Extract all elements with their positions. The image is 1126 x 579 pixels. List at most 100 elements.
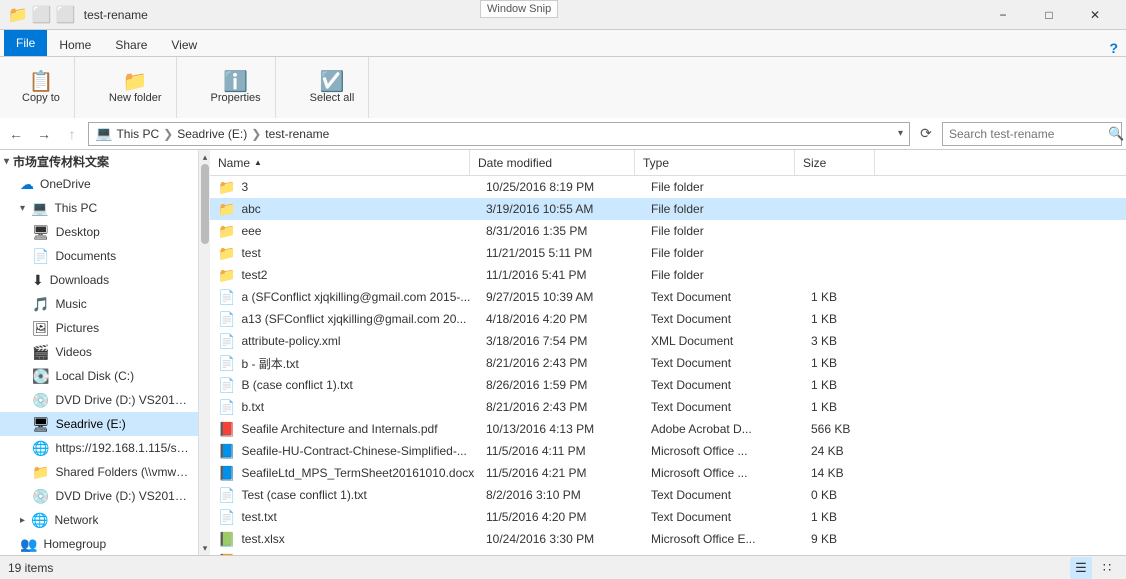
table-row[interactable]: 📄 test.txt 11/5/2016 4:20 PM Text Docume… — [210, 506, 1126, 528]
back-button[interactable]: ← — [4, 122, 28, 146]
table-row[interactable]: 📄 a (SFConflict xjqkilling@gmail.com 201… — [210, 286, 1126, 308]
file-type-icon: 📄 — [218, 487, 235, 504]
sidebar-label-dvd1: DVD Drive (D:) VS2015_COM_... — [55, 393, 190, 407]
file-name: test2.pptx — [241, 554, 293, 555]
table-row[interactable]: 📄 Test (case conflict 1).txt 8/2/2016 3:… — [210, 484, 1126, 506]
file-size-cell: 3 KB — [803, 330, 883, 352]
table-row[interactable]: 📄 b - 副本.txt 8/21/2016 2:43 PM Text Docu… — [210, 352, 1126, 374]
file-type-cell: File folder — [643, 264, 803, 286]
copy-to-button[interactable]: 📋 Copy to — [16, 70, 66, 106]
view-large-button[interactable]: ∷ — [1096, 557, 1118, 579]
table-row[interactable]: 📁 test 11/21/2015 5:11 PM File folder — [210, 242, 1126, 264]
file-name-cell: 📄 b.txt — [210, 396, 478, 418]
restore-button[interactable]: □ — [1026, 0, 1072, 30]
shared-icon: 📁 — [32, 464, 49, 481]
table-row[interactable]: 📁 3 10/25/2016 8:19 PM File folder — [210, 176, 1126, 198]
tab-file[interactable]: File — [4, 30, 47, 56]
table-row[interactable]: 📁 abc 3/19/2016 10:55 AM File folder Win… — [210, 198, 1126, 220]
table-row[interactable]: 📄 attribute-policy.xml 3/18/2016 7:54 PM… — [210, 330, 1126, 352]
minimize-icon: ⬜ — [32, 5, 52, 25]
sidebar-scrollbar[interactable]: ▴ ▾ — [198, 150, 210, 555]
view-details-button[interactable]: ☰ — [1070, 557, 1092, 579]
videos-icon: 🎬 — [32, 344, 49, 361]
sidebar-item-documents[interactable]: 📄 Documents — [0, 244, 198, 268]
file-name-cell: 📕 Seafile Architecture and Internals.pdf — [210, 418, 478, 440]
file-date-cell: 10/24/2016 3:30 PM — [478, 528, 643, 550]
table-row[interactable]: 📙 test2.pptx 8/25/2016 10:37 AM Microsof… — [210, 550, 1126, 555]
table-row[interactable]: 📄 B (case conflict 1).txt 8/26/2016 1:59… — [210, 374, 1126, 396]
sidebar-item-videos[interactable]: 🎬 Videos — [0, 340, 198, 364]
select-all-icon: ☑️ — [320, 72, 345, 92]
sidebar-item-homegroup[interactable]: 👥 Homegroup — [0, 532, 198, 555]
sidebar-item-downloads[interactable]: ⬇ Downloads — [0, 268, 198, 292]
table-row[interactable]: 📁 eee 8/31/2016 1:35 PM File folder — [210, 220, 1126, 242]
app-icon: 📁 — [8, 5, 28, 25]
sidebar-item-network[interactable]: ▸ 🌐 Network — [0, 508, 198, 532]
file-date-cell: 11/1/2016 5:41 PM — [478, 264, 643, 286]
path-thispc-icon: 💻 — [95, 125, 112, 142]
close-button[interactable]: ✕ — [1072, 0, 1118, 30]
title-bar-title: test-rename — [84, 8, 148, 22]
sidebar-item-pictures[interactable]: 🖼 Pictures — [0, 316, 198, 340]
status-bar: 19 items ☰ ∷ — [0, 555, 1126, 579]
file-type-cell: Microsoft Office ... — [643, 462, 803, 484]
tab-view[interactable]: View — [159, 34, 209, 56]
file-type-icon: 📁 — [218, 223, 235, 240]
file-name-cell: 📁 abc — [210, 198, 478, 220]
path-sep1: ❯ — [163, 127, 173, 141]
sidebar-item-shared[interactable]: 📁 Shared Folders (\\vmware-ho... — [0, 460, 198, 484]
scroll-down-arrow[interactable]: ▾ — [199, 541, 211, 555]
file-type-cell: XML Document — [643, 330, 803, 352]
table-row[interactable]: 📄 b.txt 8/21/2016 2:43 PM Text Document … — [210, 396, 1126, 418]
col-header-size[interactable]: Size — [795, 150, 875, 175]
file-name: b.txt — [241, 400, 264, 414]
file-name-cell: 📙 test2.pptx — [210, 550, 478, 555]
music-icon: 🎵 — [32, 296, 49, 313]
col-header-type[interactable]: Type — [635, 150, 795, 175]
minimize-button[interactable]: − — [980, 0, 1026, 30]
new-folder-button[interactable]: 📁 New folder — [103, 70, 168, 106]
path-chevron[interactable]: ▾ — [898, 128, 903, 139]
sidebar-label-seadrive: Seadrive (E:) — [56, 417, 126, 431]
file-name-cell: 📄 B (case conflict 1).txt — [210, 374, 478, 396]
ribbon-tabs: File Home Share View ? — [0, 30, 1126, 56]
col-header-date[interactable]: Date modified — [470, 150, 635, 175]
sidebar-item-localdisk[interactable]: 💽 Local Disk (C:) — [0, 364, 198, 388]
scroll-thumb[interactable] — [201, 164, 209, 244]
sidebar-item-seadrive[interactable]: 🖥 Seadrive (E:) — [0, 412, 198, 436]
file-type-icon: 📗 — [218, 531, 235, 548]
sidebar-item-music[interactable]: 🎵 Music — [0, 292, 198, 316]
table-row[interactable]: 📘 Seafile-HU-Contract-Chinese-Simplified… — [210, 440, 1126, 462]
col-header-name[interactable]: Name ▲ — [210, 150, 470, 175]
sidebar-item-dvd2[interactable]: 💿 DVD Drive (D:) VS2015_COM_E... — [0, 484, 198, 508]
file-date-cell: 8/31/2016 1:35 PM — [478, 220, 643, 242]
sidebar-item-onedrive[interactable]: ☁ OneDrive — [0, 172, 198, 196]
table-row[interactable]: 📕 Seafile Architecture and Internals.pdf… — [210, 418, 1126, 440]
search-input[interactable] — [949, 127, 1104, 141]
table-row[interactable]: 📁 test2 11/1/2016 5:41 PM File folder — [210, 264, 1126, 286]
ribbon-help-icon[interactable]: ? — [1109, 40, 1118, 56]
tab-share[interactable]: Share — [103, 34, 159, 56]
table-row[interactable]: 📘 SeafileLtd_MPS_TermSheet20161010.docx … — [210, 462, 1126, 484]
file-name-cell: 📄 test.txt — [210, 506, 478, 528]
tab-home[interactable]: Home — [47, 34, 103, 56]
file-date-cell: 3/19/2016 10:55 AM — [478, 198, 643, 220]
table-row[interactable]: 📄 a13 (SFConflict xjqkilling@gmail.com 2… — [210, 308, 1126, 330]
address-path[interactable]: 💻 This PC ❯ Seadrive (E:) ❯ test-rename … — [88, 122, 910, 146]
table-row[interactable]: 📗 test.xlsx 10/24/2016 3:30 PM Microsoft… — [210, 528, 1126, 550]
sidebar-item-seafile-url[interactable]: 🌐 https://192.168.1.115/seafda... — [0, 436, 198, 460]
sidebar-item-thispc[interactable]: ▾ 💻 This PC — [0, 196, 198, 220]
sidebar-quickaccess-header[interactable]: ▾ 市场宣传材料文案 — [0, 150, 198, 172]
properties-button[interactable]: ℹ️ Properties — [205, 70, 267, 106]
search-box[interactable]: 🔍 — [942, 122, 1122, 146]
path-sep2: ❯ — [251, 127, 261, 141]
col-size-label: Size — [803, 156, 826, 170]
refresh-button[interactable]: ⟳ — [914, 122, 938, 146]
file-name-cell: 📘 SeafileLtd_MPS_TermSheet20161010.docx — [210, 462, 478, 484]
sidebar-item-dvd1[interactable]: 💿 DVD Drive (D:) VS2015_COM_... — [0, 388, 198, 412]
up-button[interactable]: ↑ — [60, 122, 84, 146]
sidebar-item-desktop[interactable]: 🖥 Desktop — [0, 220, 198, 244]
forward-button[interactable]: → — [32, 122, 56, 146]
file-name-cell: 📁 3 — [210, 176, 478, 198]
select-all-button[interactable]: ☑️ Select all — [304, 70, 361, 106]
